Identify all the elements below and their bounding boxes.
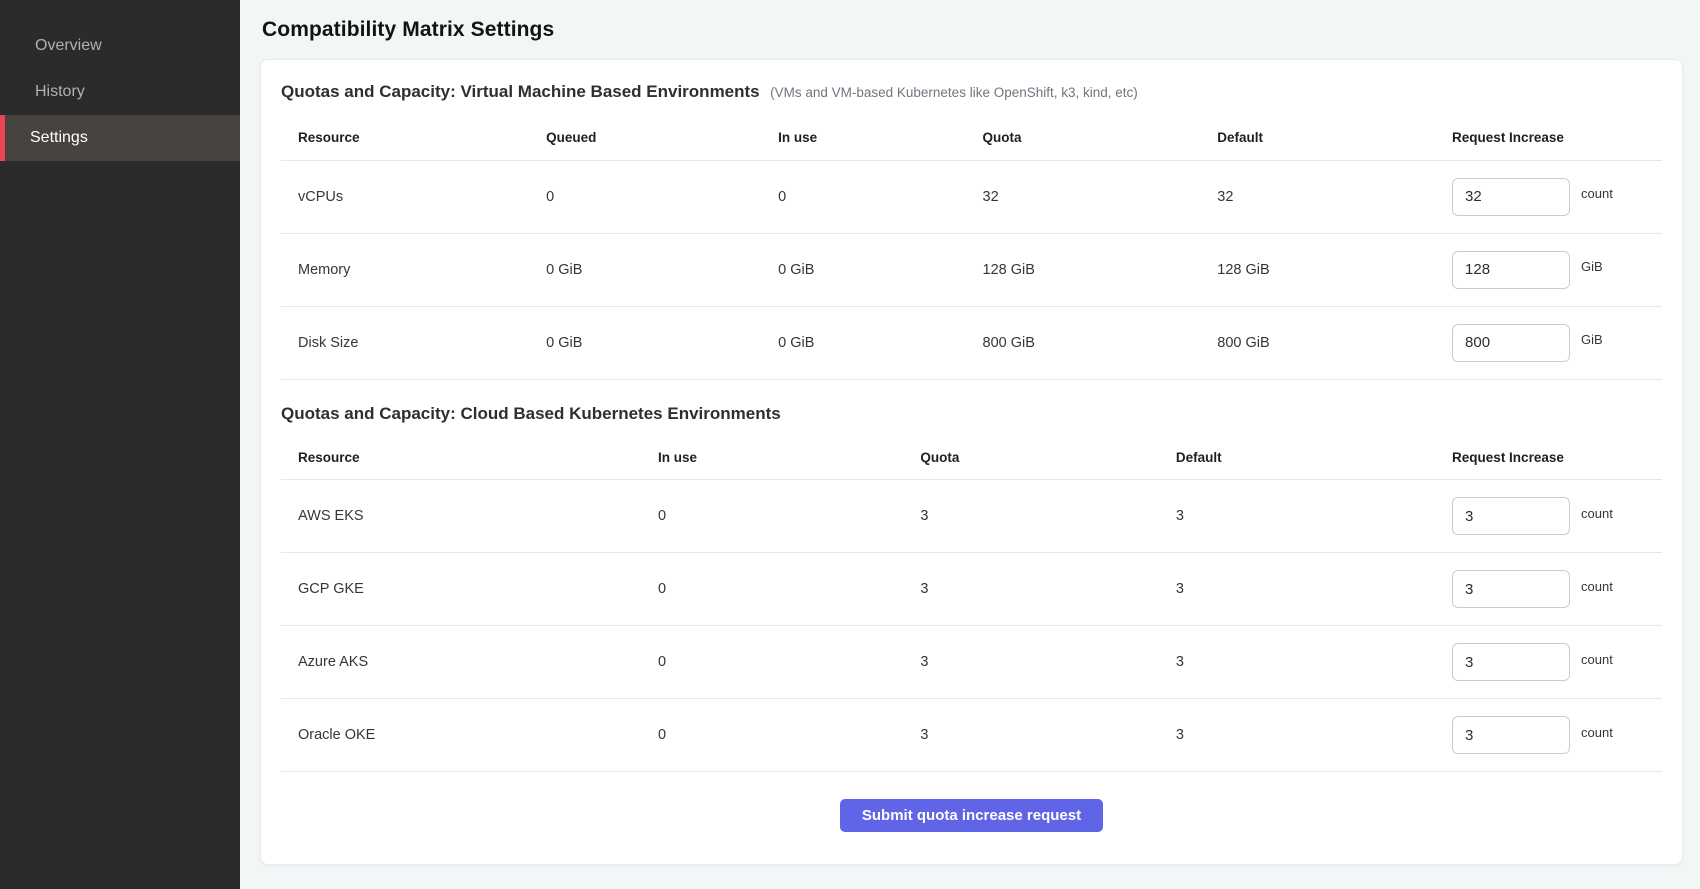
resource-name: GCP GKE bbox=[281, 553, 658, 626]
submit-quota-button[interactable]: Submit quota increase request bbox=[840, 799, 1103, 832]
col-request-increase: Request Increase bbox=[1452, 116, 1662, 160]
sidebar-item-label: Overview bbox=[35, 37, 102, 55]
default-value: 3 bbox=[1176, 480, 1452, 553]
quota-value: 800 GiB bbox=[983, 306, 1218, 379]
table-row-vcpus: vCPUs 0 0 32 32 count bbox=[281, 160, 1662, 233]
submit-button-row: Submit quota increase request bbox=[281, 772, 1662, 857]
quota-value: 3 bbox=[920, 480, 1175, 553]
unit-label: count bbox=[1581, 725, 1613, 740]
sidebar-item-label: Settings bbox=[30, 129, 88, 147]
default-value: 32 bbox=[1217, 160, 1452, 233]
table-row-azure-aks: Azure AKS 0 3 3 count bbox=[281, 626, 1662, 699]
section-title-vm: Quotas and Capacity: Virtual Machine Bas… bbox=[281, 82, 760, 101]
quota-value: 3 bbox=[920, 553, 1175, 626]
default-value: 3 bbox=[1176, 626, 1452, 699]
unit-label: GiB bbox=[1581, 332, 1603, 347]
main-content: Compatibility Matrix Settings Quotas and… bbox=[240, 0, 1700, 889]
resource-name: AWS EKS bbox=[281, 480, 658, 553]
app-root: Overview History Settings Compatibility … bbox=[0, 0, 1700, 889]
queued-value: 0 GiB bbox=[546, 306, 778, 379]
resource-name: Disk Size bbox=[281, 306, 546, 379]
in-use-value: 0 bbox=[658, 553, 920, 626]
queued-value: 0 GiB bbox=[546, 233, 778, 306]
request-increase-control: GiB bbox=[1452, 324, 1656, 362]
resource-name: Azure AKS bbox=[281, 626, 658, 699]
cloud-table-header: Resource In use Quota Default Request In… bbox=[281, 436, 1662, 480]
in-use-value: 0 bbox=[658, 699, 920, 772]
col-request-increase: Request Increase bbox=[1452, 436, 1662, 480]
request-increase-input-disk-size[interactable] bbox=[1452, 324, 1570, 362]
quota-value: 128 GiB bbox=[983, 233, 1218, 306]
cloud-quota-table: Resource In use Quota Default Request In… bbox=[281, 436, 1662, 773]
request-increase-control: count bbox=[1452, 497, 1656, 535]
request-increase-control: count bbox=[1452, 716, 1656, 754]
request-increase-control: count bbox=[1452, 570, 1656, 608]
page-title: Compatibility Matrix Settings bbox=[262, 18, 1683, 42]
table-row-disk-size: Disk Size 0 GiB 0 GiB 800 GiB 800 GiB Gi… bbox=[281, 306, 1662, 379]
default-value: 800 GiB bbox=[1217, 306, 1452, 379]
col-resource: Resource bbox=[281, 116, 546, 160]
col-resource: Resource bbox=[281, 436, 658, 480]
col-quota: Quota bbox=[920, 436, 1175, 480]
unit-label: GiB bbox=[1581, 259, 1603, 274]
resource-name: Memory bbox=[281, 233, 546, 306]
table-row-memory: Memory 0 GiB 0 GiB 128 GiB 128 GiB GiB bbox=[281, 233, 1662, 306]
resource-name: vCPUs bbox=[281, 160, 546, 233]
in-use-value: 0 GiB bbox=[778, 306, 982, 379]
section-title-cloud: Quotas and Capacity: Cloud Based Kuberne… bbox=[281, 404, 781, 423]
sidebar-item-settings[interactable]: Settings bbox=[0, 115, 240, 161]
request-increase-input-gcp-gke[interactable] bbox=[1452, 570, 1570, 608]
col-default: Default bbox=[1217, 116, 1452, 160]
sidebar-item-overview[interactable]: Overview bbox=[0, 23, 240, 69]
in-use-value: 0 bbox=[658, 480, 920, 553]
in-use-value: 0 GiB bbox=[778, 233, 982, 306]
vm-table-header: Resource Queued In use Quota Default Req… bbox=[281, 116, 1662, 160]
request-increase-control: count bbox=[1452, 643, 1656, 681]
sidebar-item-label: History bbox=[35, 83, 85, 101]
request-increase-control: GiB bbox=[1452, 251, 1656, 289]
request-increase-input-vcpus[interactable] bbox=[1452, 178, 1570, 216]
quota-value: 3 bbox=[920, 699, 1175, 772]
table-row-aws-eks: AWS EKS 0 3 3 count bbox=[281, 480, 1662, 553]
resource-name: Oracle OKE bbox=[281, 699, 658, 772]
default-value: 3 bbox=[1176, 699, 1452, 772]
request-increase-control: count bbox=[1452, 178, 1656, 216]
unit-label: count bbox=[1581, 186, 1613, 201]
sidebar: Overview History Settings bbox=[0, 0, 240, 889]
request-increase-input-oracle-oke[interactable] bbox=[1452, 716, 1570, 754]
table-row-oracle-oke: Oracle OKE 0 3 3 count bbox=[281, 699, 1662, 772]
header-row: Resource In use Quota Default Request In… bbox=[281, 436, 1662, 480]
table-row-gcp-gke: GCP GKE 0 3 3 count bbox=[281, 553, 1662, 626]
default-value: 3 bbox=[1176, 553, 1452, 626]
section-header-cloud: Quotas and Capacity: Cloud Based Kuberne… bbox=[281, 404, 1662, 424]
header-row: Resource Queued In use Quota Default Req… bbox=[281, 116, 1662, 160]
col-quota: Quota bbox=[983, 116, 1218, 160]
request-increase-input-aws-eks[interactable] bbox=[1452, 497, 1570, 535]
section-header-vm: Quotas and Capacity: Virtual Machine Bas… bbox=[281, 82, 1662, 102]
settings-card: Quotas and Capacity: Virtual Machine Bas… bbox=[260, 59, 1683, 865]
vm-quota-table: Resource Queued In use Quota Default Req… bbox=[281, 116, 1662, 380]
col-in-use: In use bbox=[778, 116, 982, 160]
unit-label: count bbox=[1581, 652, 1613, 667]
quota-value: 3 bbox=[920, 626, 1175, 699]
sidebar-item-history[interactable]: History bbox=[0, 69, 240, 115]
unit-label: count bbox=[1581, 579, 1613, 594]
sidebar-nav: Overview History Settings bbox=[0, 23, 240, 161]
col-queued: Queued bbox=[546, 116, 778, 160]
col-default: Default bbox=[1176, 436, 1452, 480]
section-subtitle-vm: (VMs and VM-based Kubernetes like OpenSh… bbox=[770, 85, 1138, 100]
unit-label: count bbox=[1581, 506, 1613, 521]
default-value: 128 GiB bbox=[1217, 233, 1452, 306]
request-increase-input-azure-aks[interactable] bbox=[1452, 643, 1570, 681]
in-use-value: 0 bbox=[658, 626, 920, 699]
queued-value: 0 bbox=[546, 160, 778, 233]
in-use-value: 0 bbox=[778, 160, 982, 233]
col-in-use: In use bbox=[658, 436, 920, 480]
quota-value: 32 bbox=[983, 160, 1218, 233]
request-increase-input-memory[interactable] bbox=[1452, 251, 1570, 289]
